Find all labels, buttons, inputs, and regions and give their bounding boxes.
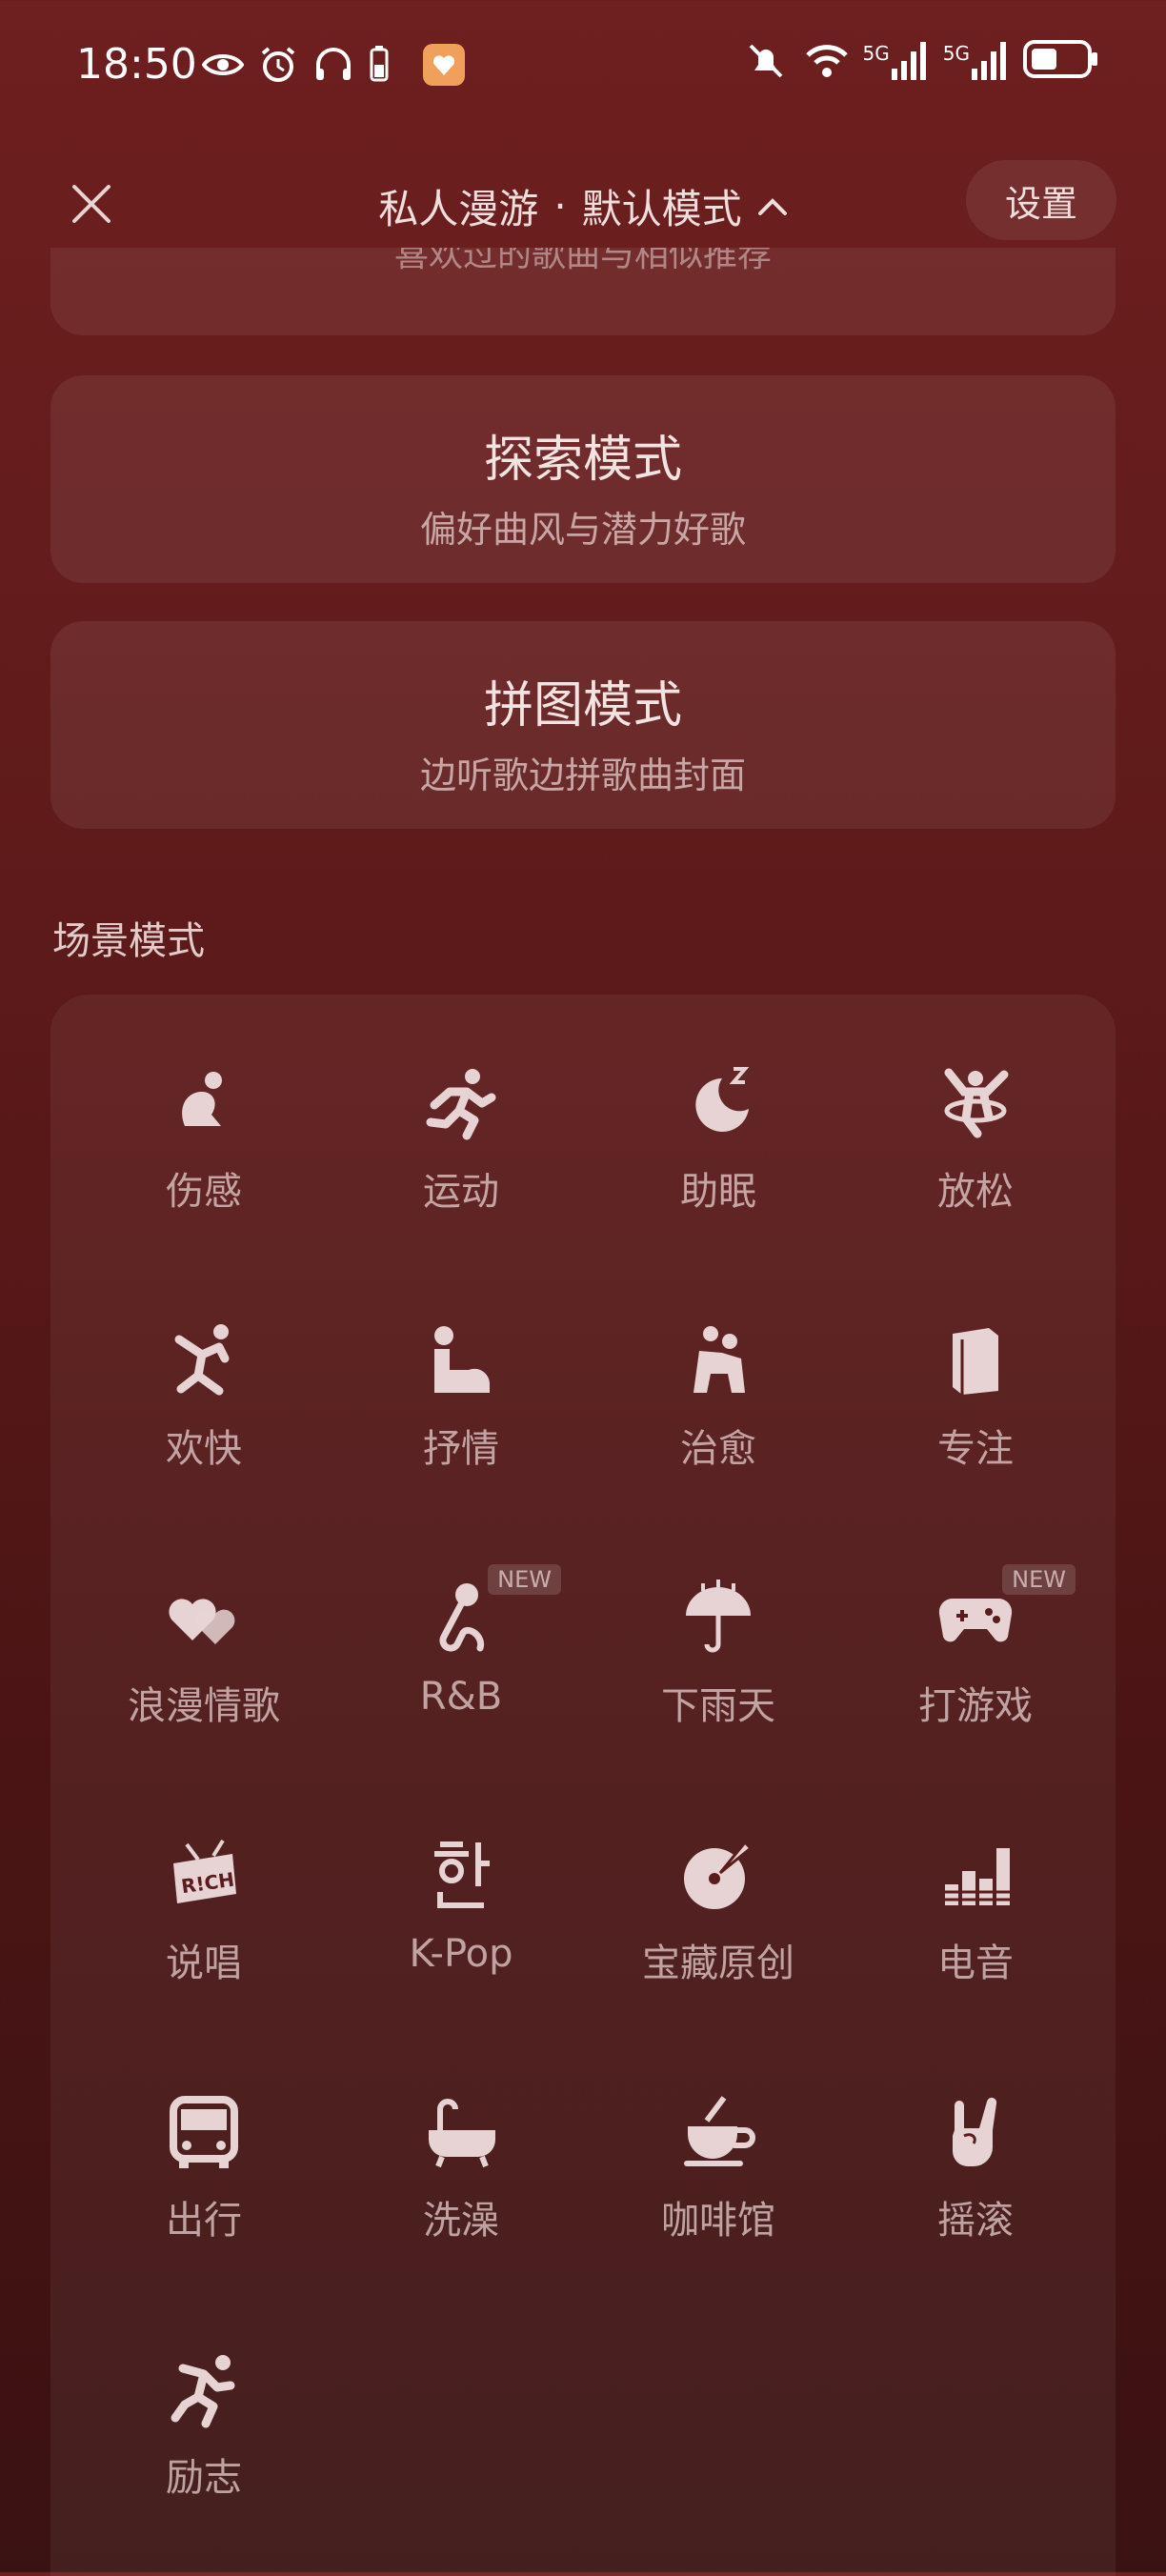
chevron-up-icon <box>757 197 787 215</box>
mode-card-default-sub: 喜欢过的歌曲与相似推荐 <box>393 248 772 274</box>
vinyl-icon <box>684 1840 754 1909</box>
umbrella-icon <box>686 1580 751 1653</box>
new-badge: NEW <box>488 1564 561 1595</box>
signal-2: 5G <box>943 42 1006 80</box>
scene-tile-rainy[interactable]: 下雨天 <box>590 1578 847 1768</box>
mode-subtitle: 偏好曲风与潜力好歌 <box>419 509 746 551</box>
mode-title: 探索模式 <box>483 432 682 489</box>
scene-tile-relax[interactable]: 放松 <box>847 1063 1104 1254</box>
status-left-icons <box>201 44 465 86</box>
scene-label: 欢快 <box>166 1427 242 1471</box>
mode-subtitle: 边听歌边拼歌曲封面 <box>419 755 746 796</box>
wifi-icon <box>804 40 848 82</box>
scene-tile-kpop[interactable]: K-Pop <box>332 1835 590 2025</box>
signal-bars-icon <box>972 42 1006 80</box>
scene-tile-inspire[interactable]: 励志 <box>75 2349 332 2540</box>
title-separator: · <box>553 183 567 230</box>
mode-card-explore[interactable]: 探索模式 偏好曲风与潜力好歌 <box>50 375 1116 583</box>
net-label-1: 5G <box>862 42 890 65</box>
sleep-moon-icon <box>695 1067 750 1132</box>
scene-tile-travel[interactable]: 出行 <box>75 2092 332 2283</box>
coffee-icon <box>684 2096 755 2166</box>
scene-tile-gaming[interactable]: NEW 打游戏 <box>847 1564 1104 1768</box>
scene-grid: 伤感 运动 助眠 放松 欢快 抒情 治愈 专注 浪漫情歌 NEW R&B 下雨天… <box>50 995 1116 2576</box>
scene-label: 打游戏 <box>918 1684 1033 1728</box>
section-title-scene: 场景模式 <box>52 919 205 963</box>
mode-title: 拼图模式 <box>483 677 682 735</box>
scene-label: 励志 <box>166 2456 242 2500</box>
bell-muted-icon <box>745 40 787 82</box>
eye-icon <box>201 44 245 86</box>
scene-label: 摇滚 <box>937 2199 1014 2243</box>
scene-label: K-Pop <box>409 1932 513 1976</box>
scene-tile-rnb[interactable]: NEW R&B <box>332 1564 590 1768</box>
scene-label: 伤感 <box>166 1170 242 1214</box>
bathtub-icon <box>429 2099 495 2168</box>
scene-label: 电音 <box>937 1942 1014 1985</box>
scene-tile-happy[interactable]: 欢快 <box>75 1320 332 1511</box>
scene-tile-sad[interactable]: 伤感 <box>75 1063 332 1254</box>
mode-card-puzzle[interactable]: 拼图模式 边听歌边拼歌曲封面 <box>50 621 1116 829</box>
small-battery-icon <box>368 44 410 86</box>
scene-label: 抒情 <box>423 1427 499 1471</box>
scene-tile-bath[interactable]: 洗澡 <box>332 2092 590 2283</box>
scene-tile-rock[interactable]: 摇滚 <box>847 2092 1104 2283</box>
scene-label: 出行 <box>166 2199 242 2243</box>
hearts-icon <box>169 1599 235 1644</box>
hug-icon <box>694 1326 745 1393</box>
net-label-2: 5G <box>942 42 970 65</box>
book-icon <box>953 1328 998 1395</box>
scene-label: 说唱 <box>166 1942 242 1985</box>
lyrical-icon <box>434 1326 490 1393</box>
alarm-icon <box>257 44 299 86</box>
relax-icon <box>944 1068 1009 1138</box>
running-icon <box>426 1069 496 1140</box>
mode-card-default[interactable]: 喜欢过的歌曲与相似推荐 <box>50 248 1116 335</box>
scene-label: 助眠 <box>680 1170 756 1214</box>
scene-label: 浪漫情歌 <box>128 1684 280 1728</box>
scene-label: 洗澡 <box>423 2199 499 2243</box>
new-badge: NEW <box>1002 1564 1076 1595</box>
scene-tile-lyrical[interactable]: 抒情 <box>332 1320 590 1511</box>
battery-icon <box>1023 38 1099 84</box>
sprint-icon <box>171 2355 235 2428</box>
scene-tile-focus[interactable]: 专注 <box>847 1320 1104 1511</box>
scene-tile-original[interactable]: 宝藏原创 <box>590 1835 847 2025</box>
equalizer-icon <box>945 1848 1010 1905</box>
top-bar: 私人漫游 · 默认模式 设置 <box>0 152 1166 248</box>
scene-tile-electronic[interactable]: 电音 <box>847 1835 1104 2025</box>
headphones-icon <box>312 44 354 86</box>
scene-label: 宝藏原创 <box>642 1942 794 1985</box>
scene-label: 治愈 <box>680 1427 756 1471</box>
scene-tile-rap[interactable]: R!CH 说唱 <box>75 1835 332 2025</box>
sad-icon <box>182 1072 222 1126</box>
scene-tile-sleep[interactable]: 助眠 <box>590 1063 847 1254</box>
status-time: 18:50 <box>76 40 197 89</box>
rock-hand-icon <box>953 2097 997 2166</box>
status-bar: 18:50 5G 5G <box>0 0 1166 133</box>
scene-tile-healing[interactable]: 治愈 <box>590 1320 847 1511</box>
happy-dance-icon <box>174 1324 230 1396</box>
signal-1: 5G <box>863 42 926 80</box>
scene-label: 咖啡馆 <box>661 2199 775 2243</box>
settings-button[interactable]: 设置 <box>966 160 1116 240</box>
scene-label: 下雨天 <box>661 1684 775 1728</box>
rap-badge-icon: R!CH <box>173 1839 236 1903</box>
bus-icon <box>170 2096 238 2168</box>
scene-label: 运动 <box>423 1170 499 1214</box>
scene-label: R&B <box>419 1675 503 1719</box>
current-mode: 默认模式 <box>581 186 742 232</box>
page-title: 私人漫游 <box>378 186 539 232</box>
app-notification-icon <box>423 44 465 86</box>
signal-bars-icon <box>891 42 926 80</box>
scene-label: 专注 <box>937 1427 1014 1471</box>
scene-tile-romantic[interactable]: 浪漫情歌 <box>75 1578 332 1768</box>
status-right-icons: 5G 5G <box>745 38 1099 84</box>
scene-tile-sport[interactable]: 运动 <box>332 1063 590 1254</box>
scene-tile-cafe[interactable]: 咖啡馆 <box>590 2092 847 2283</box>
hangul-icon <box>434 1841 490 1908</box>
scene-label: 放松 <box>937 1170 1014 1214</box>
